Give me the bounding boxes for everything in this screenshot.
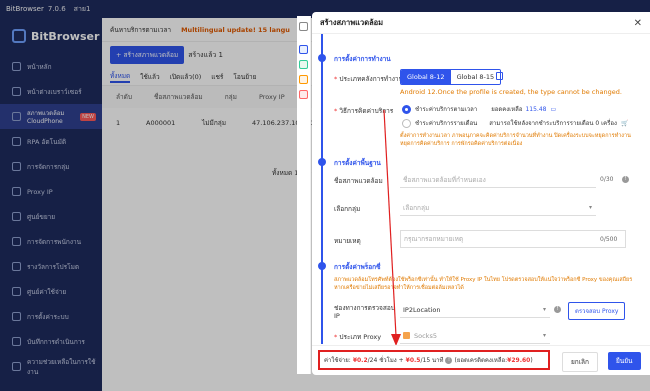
confirm-button[interactable]: ยืนยัน [608,352,641,370]
dialog-body: การตั้งค่าการทำงาน * ประเภทคลังการทำงาน … [312,34,650,344]
help-icon[interactable]: ! [554,306,561,313]
fee-balance: ¥29.60 [507,356,531,364]
check-proxy-button[interactable]: ตรวจสอบ Proxy [568,302,626,320]
note-textarea[interactable]: กรุณากรอกหมายเหตุ [400,230,626,248]
device-type-label: ประเภทคลังการทำงาน [339,75,404,83]
alert-icon[interactable] [299,90,308,99]
device-type-toggle: Global 8-12 Global 8-15 [400,69,502,85]
arrow-annotation [383,109,401,346]
name-label: ชื่อสภาพแวดล้อม [334,177,383,185]
section-device-title: การตั้งค่าการทำงาน [334,55,391,63]
socks-icon [403,332,410,339]
help-icon[interactable]: ! [445,356,453,364]
radio-hourly-label: ชำระค่าบริการตามเวลา [415,106,478,113]
fee-balance-label: (ยอดเครดิตคงเหลือ: [454,357,508,364]
collapse-icon[interactable] [299,22,308,31]
group-label: เลือกกลุ่ม [334,205,361,213]
option-global-8-12[interactable]: Global 8-12 [401,70,451,84]
group-placeholder: เลือกกลุ่ม [403,203,430,212]
option-global-8-15[interactable]: Global 8-15 [450,70,501,84]
step-dot [318,158,326,166]
fee-mid: /24 ชั่วโมง + [367,357,404,364]
chat-icon[interactable] [299,75,308,84]
note-label: หมายเหตุ [334,237,361,245]
fee-summary: ค่าใช้จ่าย: ¥0.2 /24 ชั่วโมง + ¥0.5 /15 … [318,350,550,370]
copy-icon[interactable] [299,60,308,69]
step-dot [318,54,326,62]
billing-warning: ตั้งค่าการทำงานเวลา ภาพอนุภาคจะคิดค่าบริ… [400,133,631,147]
chevron-down-icon: ▾ [542,332,546,339]
close-icon[interactable]: ✕ [634,18,642,29]
step-rail [321,34,323,344]
monthly-note: สามารถใช้หลังจากชำระบริการรายเดือน 0 เคร… [489,120,617,127]
name-counter: 0/30 [600,176,614,183]
balance-label: ยอดคงเหลือ [491,106,523,113]
balance-value: 115.48 [525,105,547,113]
fee-suffix: /15 นาที [420,357,444,364]
chevron-down-icon: ▾ [588,204,592,211]
environment-name-input[interactable]: ชื่อสภาพแวดล้อมที่กำหนดเอง [400,172,596,188]
section-basic-title: การตั้งค่าพื้นฐาน [334,159,381,167]
radio-monthly-label: ชำระค่าบริการรายเดือน [415,120,478,127]
proxy-type-select[interactable]: Socks5 ▾ [400,328,550,344]
chevron-down-icon: ▾ [542,306,546,313]
check-channel-select[interactable]: IP2Location ▾ [400,302,550,318]
quick-side-strip [297,16,311,374]
android-note: Android 12.Once the profile is created, … [400,88,622,96]
radio-hourly[interactable]: ชำระค่าบริการตามเวลา ยอดคงเหลือ 115.48 ▭ [402,104,556,114]
radio-monthly[interactable]: ชำระค่าบริการรายเดือน สามารถใช้หลังจากชำ… [402,118,628,128]
fee-daily: ¥0.2 [352,356,368,364]
cancel-button[interactable]: ยกเลิก [562,352,598,372]
template-icon[interactable] [299,45,308,54]
wallet-icon[interactable]: ▭ [550,106,556,113]
proxy-type-value: Socks5 [414,331,437,340]
check-channel-value: IP2Location [403,305,441,314]
note-counter: 0/500 [600,236,618,243]
copy-icon[interactable] [496,72,503,80]
step-dot [318,262,326,270]
create-environment-dialog: สร้างสภาพแวดล้อม ✕ การตั้งค่าการทำงาน * … [312,12,650,375]
section-proxy-title: การตั้งค่าพร็อกซี่ [334,263,381,271]
cart-icon[interactable]: 🛒 [621,120,628,127]
proxy-warning: สภาพแวดล้อมโทรศัพท์ต้องใช้พร็อกซีเท่านั้… [334,277,633,291]
proxy-type-label: ประเภท Proxy [339,333,382,341]
dialog-footer: ค่าใช้จ่าย: ¥0.2 /24 ชั่วโมง + ¥0.5 /15 … [312,345,650,375]
dialog-title: สร้างสภาพแวดล้อม [312,12,650,34]
help-icon[interactable]: ! [622,176,629,183]
fee-interval: ¥0.5 [405,356,421,364]
fee-prefix: ค่าใช้จ่าย: [324,357,351,364]
group-select[interactable]: เลือกกลุ่ม ▾ [400,200,596,216]
